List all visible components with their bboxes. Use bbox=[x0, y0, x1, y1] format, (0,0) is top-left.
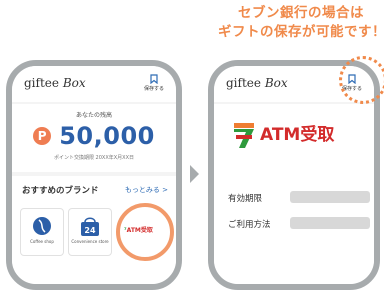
headline-line-2: ギフトの保存が可能です！ bbox=[218, 24, 384, 40]
headline: セブン銀行の場合は ギフトの保存が可能です！ bbox=[218, 4, 384, 42]
brand-tile-convenience[interactable]: 24 Convenience store bbox=[68, 208, 112, 256]
balance-label: あなたの残高 bbox=[75, 112, 112, 119]
see-more-link[interactable]: もっとみる > bbox=[125, 185, 168, 195]
logo-box: Box bbox=[62, 76, 86, 90]
arrow-right-icon bbox=[190, 165, 199, 183]
giftee-box-logo: giftee Box bbox=[226, 76, 288, 90]
point-icon: P bbox=[33, 127, 52, 145]
points-value: 50,000 bbox=[59, 122, 155, 150]
brands-title: おすすめのブランド bbox=[22, 186, 99, 196]
field-value-usage bbox=[290, 217, 370, 229]
app-header: giftee Box 保存する bbox=[12, 66, 176, 102]
atm-title: ATM受取 bbox=[232, 120, 334, 150]
brand-caption: Convenience store bbox=[71, 239, 109, 244]
expiry-text: ポイント交換期限 20XX年X月XX日 bbox=[53, 155, 135, 161]
atm-label: ATM受取 bbox=[260, 125, 335, 145]
brand-tile-atm-label: ⁷ATM受取 bbox=[124, 225, 153, 234]
giftee-box-logo: giftee Box bbox=[24, 76, 86, 90]
headline-line-1: セブン銀行の場合は bbox=[238, 5, 364, 21]
logo-giftee: giftee bbox=[226, 76, 261, 90]
save-highlight-ring bbox=[339, 56, 384, 104]
svg-text:24: 24 bbox=[84, 226, 96, 235]
balance-card: あなたの残高 P 50,000 ポイント交換期限 20XX年X月XX日 bbox=[12, 104, 176, 172]
atm-caption: ATM受取 bbox=[126, 227, 153, 234]
logo-giftee: giftee bbox=[24, 76, 59, 90]
brand-tile-coffee[interactable]: Coffee shop bbox=[20, 208, 64, 256]
coffee-bean-icon bbox=[33, 217, 51, 235]
save-button[interactable]: 保存する bbox=[142, 74, 166, 92]
points-row: P 50,000 bbox=[12, 122, 176, 150]
field-label-usage: ご利用方法 bbox=[228, 220, 271, 230]
basket-24-icon: 24 bbox=[81, 217, 99, 236]
bookmark-icon bbox=[150, 74, 158, 84]
brand-caption: Coffee shop bbox=[30, 239, 54, 244]
logo-box: Box bbox=[264, 76, 288, 90]
save-label: 保存する bbox=[143, 86, 164, 92]
field-value-expiry bbox=[290, 191, 370, 203]
field-label-expiry: 有効期限 bbox=[228, 194, 263, 204]
seven-bank-logo-icon bbox=[234, 123, 254, 148]
